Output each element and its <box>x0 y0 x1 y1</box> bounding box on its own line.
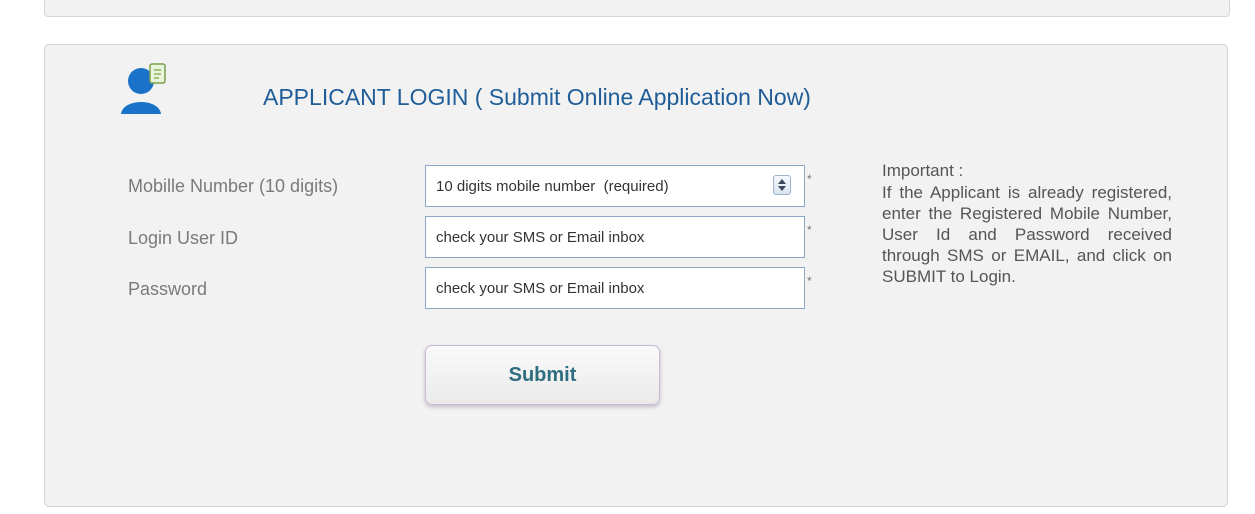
password-input[interactable] <box>425 267 805 309</box>
mobile-label: Mobille Number (10 digits) <box>128 176 339 196</box>
submit-button[interactable]: Submit <box>425 345 660 405</box>
user-document-icon <box>121 63 166 114</box>
userid-label: Login User ID <box>128 228 239 248</box>
important-text: If the Applicant is already registered, … <box>882 183 1172 286</box>
login-userid-input[interactable] <box>425 216 805 258</box>
page-title: APPLICANT LOGIN ( Submit Online Applicat… <box>263 84 811 110</box>
spinner-arrows-icon <box>778 179 786 191</box>
number-spinner-icon[interactable] <box>773 175 791 195</box>
required-mark: * <box>807 274 812 288</box>
mobile-number-input[interactable] <box>425 165 805 207</box>
important-note: Important : If the Applicant is already … <box>882 160 1172 287</box>
required-mark: * <box>807 223 812 237</box>
important-heading: Important : <box>882 161 964 180</box>
required-mark: * <box>807 172 812 186</box>
password-label: Password <box>128 279 208 299</box>
previous-panel <box>44 0 1230 17</box>
